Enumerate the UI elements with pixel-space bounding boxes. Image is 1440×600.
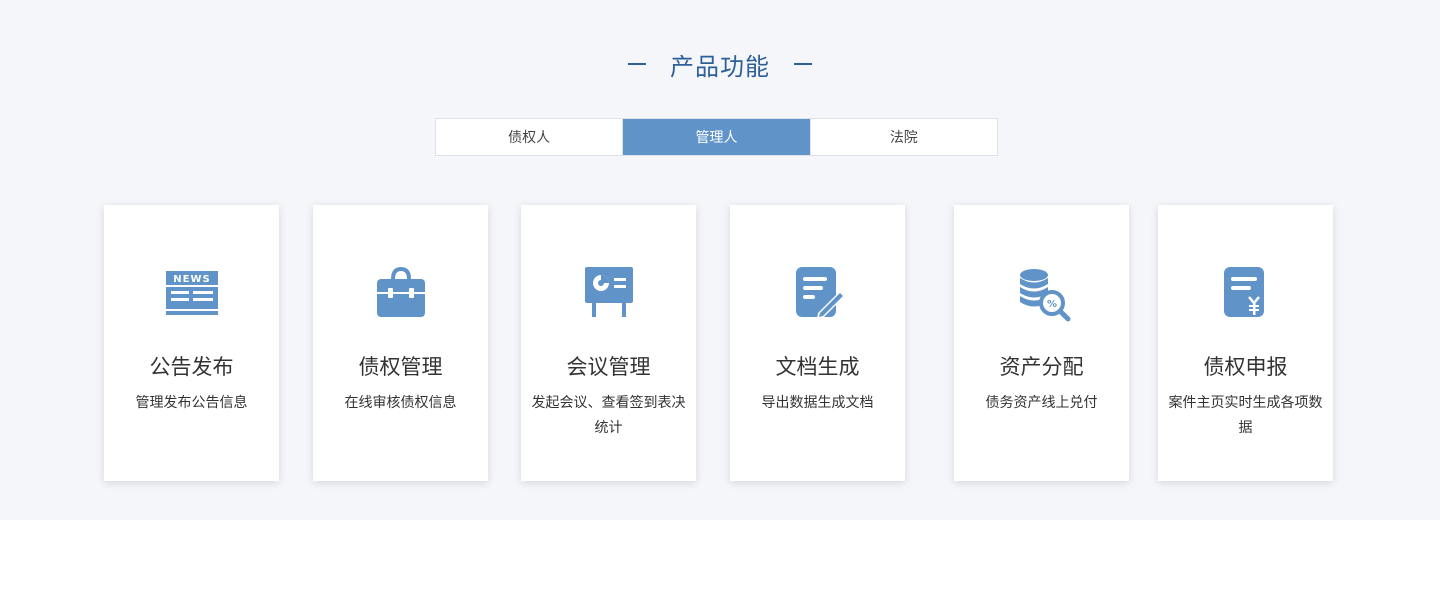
feature-card-claims-management[interactable]: 债权管理 在线审核债权信息 xyxy=(313,205,488,481)
section-header: 产品功能 xyxy=(0,44,1440,84)
news-icon: NEWS xyxy=(162,263,222,323)
yuan-document-icon xyxy=(1216,263,1276,323)
card-title: 债权管理 xyxy=(358,355,443,379)
briefcase-icon xyxy=(371,263,431,323)
card-description: 债务资产线上兑付 xyxy=(985,395,1098,411)
tab-creditor[interactable]: 债权人 xyxy=(436,119,622,155)
feature-card-meeting-management[interactable]: 会议管理 发起会议、查看签到表决统计 xyxy=(521,205,696,481)
card-description: 发起会议、查看签到表决统计 xyxy=(531,395,686,436)
feature-card-document-generation[interactable]: 文档生成 导出数据生成文档 xyxy=(730,205,905,481)
document-edit-icon xyxy=(788,263,848,323)
svg-text:NEWS: NEWS xyxy=(173,274,210,285)
card-title: 公告发布 xyxy=(149,355,234,379)
card-title: 资产分配 xyxy=(999,355,1084,379)
feature-card-claim-declaration[interactable]: 债权申报 案件主页实时生成各项数据 xyxy=(1158,205,1333,481)
card-title: 文档生成 xyxy=(775,355,860,379)
card-description: 管理发布公告信息 xyxy=(135,395,248,411)
feature-card-announcement[interactable]: NEWS 公告发布 管理发布公告信息 xyxy=(104,205,279,481)
tab-administrator[interactable]: 管理人 xyxy=(622,119,810,155)
product-features-section: 产品功能 债权人 管理人 法院 NEWS 公告发布 管理发布公告信息 债权管理 … xyxy=(0,0,1440,520)
card-description: 案件主页实时生成各项数据 xyxy=(1168,395,1323,436)
section-title: 产品功能 xyxy=(670,52,770,81)
title-dash-left xyxy=(628,63,646,65)
card-description: 导出数据生成文档 xyxy=(761,395,874,411)
title-dash-right xyxy=(794,63,812,65)
tab-court[interactable]: 法院 xyxy=(809,119,997,155)
card-title: 债权申报 xyxy=(1203,355,1288,379)
presentation-board-icon xyxy=(579,263,639,323)
coins-search-icon: % xyxy=(1012,263,1072,323)
card-title: 会议管理 xyxy=(566,355,651,379)
role-tabs: 债权人 管理人 法院 xyxy=(435,118,998,156)
feature-card-asset-distribution[interactable]: % 资产分配 债务资产线上兑付 xyxy=(954,205,1129,481)
svg-text:%: % xyxy=(1046,299,1056,310)
card-description: 在线审核债权信息 xyxy=(344,395,457,411)
